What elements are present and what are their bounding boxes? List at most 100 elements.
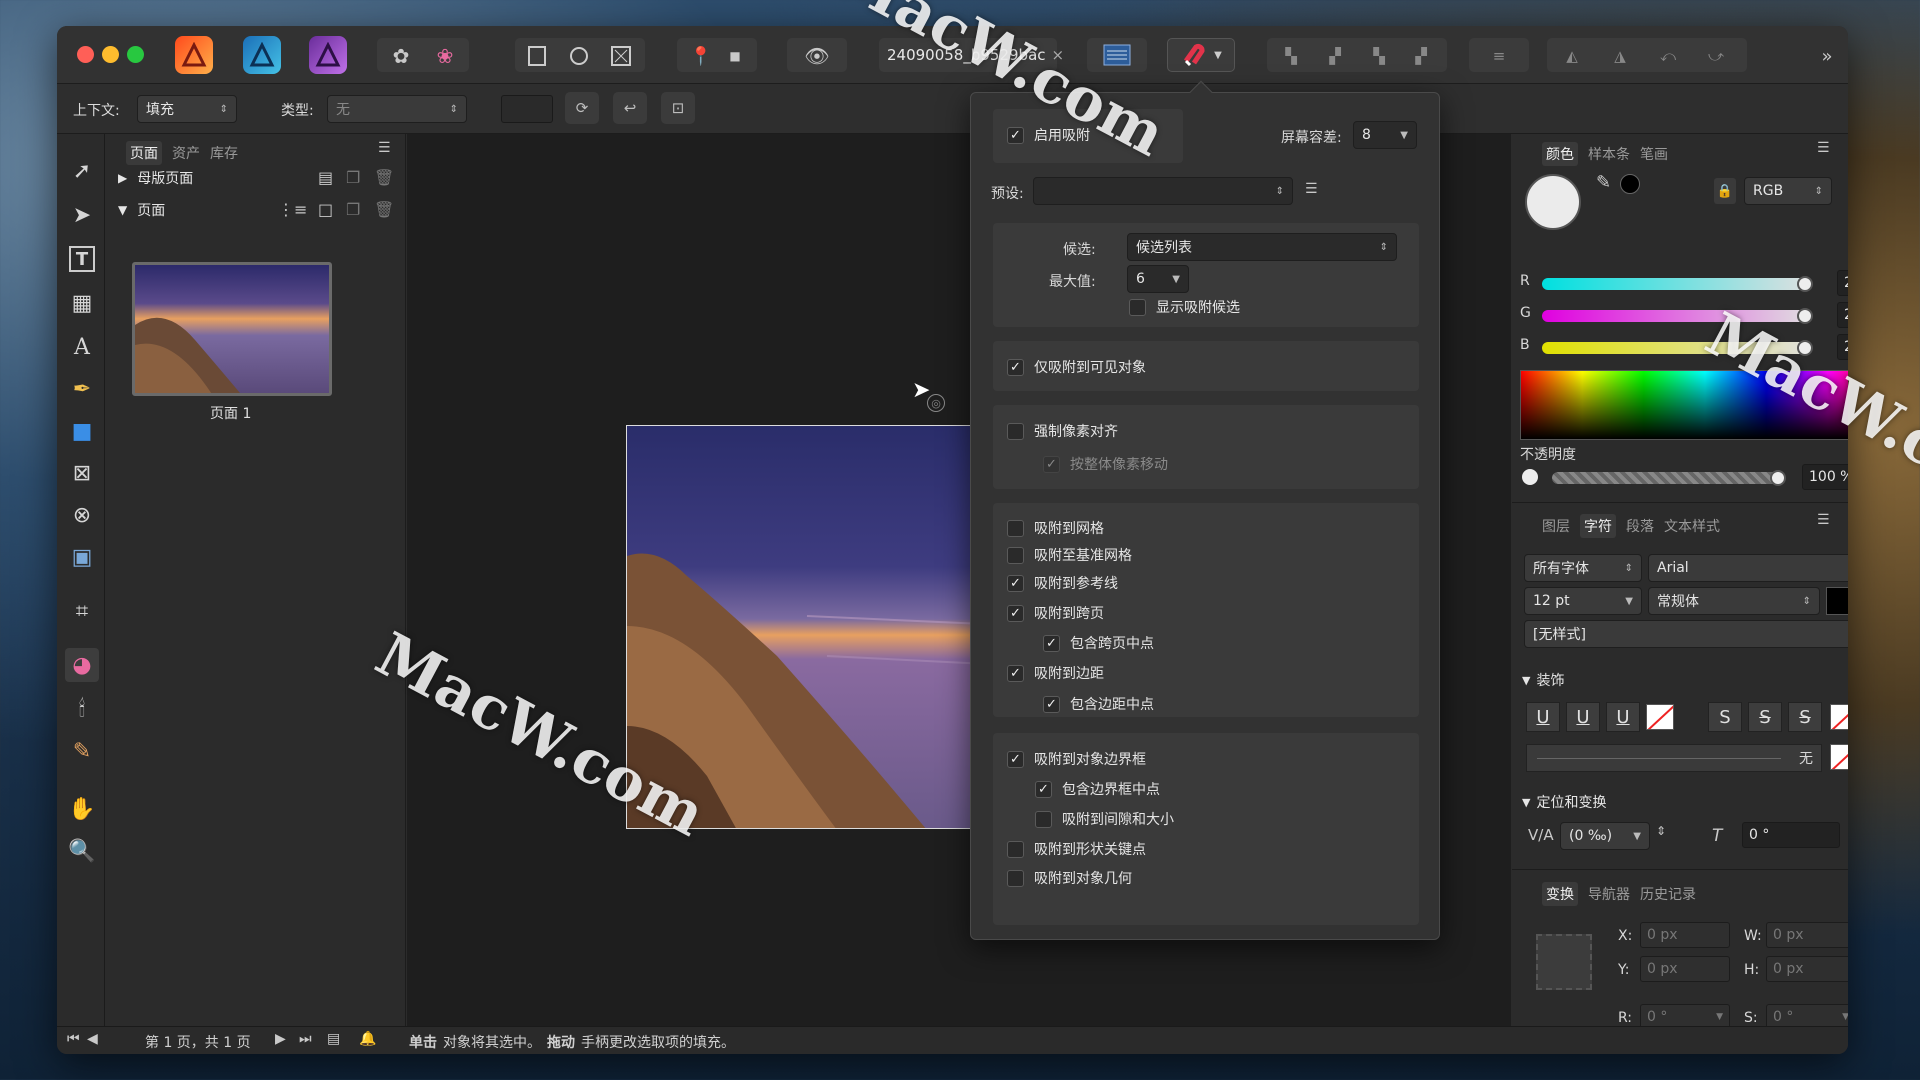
delete-master-icon[interactable]: 🗑	[374, 168, 394, 187]
preview-eye-icon[interactable]: 👁	[802, 42, 832, 70]
color-spectrum[interactable]	[1520, 370, 1848, 440]
move-backward-icon[interactable]: ▞	[1323, 44, 1347, 68]
g-value-field[interactable]: 235	[1837, 302, 1848, 328]
move-whole-pixels-row[interactable]: ✓ 按整体像素移动	[1043, 454, 1168, 474]
tab-color[interactable]: 颜色	[1542, 142, 1578, 166]
strikethrough-alt-button[interactable]: S	[1788, 702, 1822, 732]
duplicate-master-icon[interactable]: ❐	[346, 168, 360, 187]
decoration-color-swatch[interactable]	[1830, 744, 1848, 770]
stroke-color-well[interactable]	[1620, 174, 1640, 194]
skew-stepper-icon[interactable]: ⇕	[1846, 824, 1848, 838]
reverse-fill-icon[interactable]: ↩	[613, 92, 647, 124]
transparency-tool-icon[interactable]: 🕯	[65, 692, 99, 726]
picture-frame-icon[interactable]	[607, 42, 635, 70]
underline-accounting-button[interactable]: U	[1606, 702, 1640, 732]
snap-baseline-row[interactable]: 吸附至基准网格	[1007, 545, 1132, 565]
font-collection-select[interactable]: 所有字体 ⇕	[1524, 554, 1642, 582]
snap-baseline-checkbox[interactable]	[1007, 546, 1024, 564]
delete-page-icon[interactable]: 🗑	[374, 200, 394, 219]
rotate-right-icon[interactable]: ⤻	[1701, 44, 1731, 68]
spread-midpoints-checkbox[interactable]: ✓	[1043, 634, 1060, 652]
snap-guides-checkbox[interactable]: ✓	[1007, 574, 1024, 592]
skew-field[interactable]: 0 °	[1742, 822, 1840, 848]
shape-keypoints-checkbox[interactable]	[1007, 840, 1024, 858]
double-underline-button[interactable]: U	[1566, 702, 1600, 732]
first-page-icon[interactable]: ⏮	[67, 1031, 80, 1047]
g-slider-knob[interactable]	[1797, 308, 1813, 324]
close-window-button[interactable]	[77, 46, 94, 63]
snap-grid-checkbox[interactable]	[1007, 519, 1024, 537]
master-page-icon[interactable]: ▤	[318, 168, 333, 187]
publisher-persona-icon[interactable]	[175, 36, 213, 74]
type-select[interactable]: 无 ⇕	[327, 95, 467, 123]
margin-midpoints-checkbox[interactable]: ✓	[1043, 695, 1060, 713]
force-pixel-row[interactable]: 强制像素对齐	[1007, 421, 1118, 441]
strikethrough-color-swatch[interactable]	[1830, 704, 1848, 730]
text-color-swatch[interactable]	[1826, 587, 1848, 615]
fill-color-well[interactable]	[1525, 174, 1581, 230]
photo-on-page[interactable]	[626, 425, 1026, 829]
preset-select[interactable]: ⇕	[1033, 177, 1293, 205]
crop-tool-icon[interactable]: ⌗	[65, 594, 99, 628]
zoom-window-button[interactable]	[127, 46, 144, 63]
h-field[interactable]: 0 px	[1766, 956, 1848, 982]
align-icon[interactable]: ≡	[1485, 44, 1513, 68]
last-page-icon[interactable]: ⏭	[299, 1031, 312, 1047]
snap-spread-row[interactable]: ✓ 吸附到跨页	[1007, 603, 1104, 623]
table-tool-icon[interactable]: ▦	[65, 286, 99, 320]
gaps-sizes-checkbox[interactable]	[1035, 810, 1052, 828]
shape-keypoints-row[interactable]: 吸附到形状关键点	[1007, 839, 1146, 859]
move-whole-pixels-checkbox[interactable]: ✓	[1043, 455, 1060, 473]
add-page-icon[interactable]: □	[318, 200, 333, 219]
move-tool-icon[interactable]: ➚	[65, 154, 99, 188]
frame-tool-icon[interactable]: ⊠	[65, 456, 99, 490]
decoration-line-field[interactable]: 无	[1526, 744, 1822, 772]
tracking-select[interactable]: (0 ‰) ▼	[1560, 822, 1650, 850]
y-field[interactable]: 0 px	[1640, 956, 1730, 982]
square-icon[interactable]: ■	[725, 42, 745, 70]
underline-color-swatch[interactable]	[1646, 704, 1674, 730]
flower-icon[interactable]: ✿	[387, 42, 415, 70]
move-forward-icon[interactable]: ▚	[1367, 44, 1391, 68]
collapse-arrow-icon[interactable]: ▼	[118, 203, 127, 217]
panel-menu-icon[interactable]: ☰	[378, 140, 391, 156]
page-view-icon[interactable]: ▤	[327, 1031, 340, 1047]
double-strikethrough-button[interactable]: S	[1748, 702, 1782, 732]
b-slider-knob[interactable]	[1797, 340, 1813, 356]
bbox-midpoints-row[interactable]: ✓ 包含边界框中点	[1035, 779, 1160, 799]
visible-only-checkbox[interactable]: ✓	[1007, 358, 1024, 376]
tracking-stepper-icon[interactable]: ⇕	[1656, 824, 1666, 838]
snap-margins-checkbox[interactable]: ✓	[1007, 664, 1024, 682]
lock-icon[interactable]: 🔒	[1714, 178, 1736, 204]
flip-horizontal-icon[interactable]: ◭	[1557, 44, 1587, 68]
tab-text-styles[interactable]: 文本样式	[1664, 516, 1720, 536]
prev-page-icon[interactable]: ◀	[87, 1031, 98, 1047]
tab-pages[interactable]: 页面	[126, 141, 162, 165]
dropdown-arrow-icon[interactable]: ▼	[1842, 1012, 1848, 1022]
b-value-field[interactable]: 235	[1837, 334, 1848, 360]
rotate-left-icon[interactable]: ⤺	[1653, 44, 1683, 68]
next-page-icon[interactable]: ▶	[275, 1031, 286, 1047]
context-select[interactable]: 填充 ⇕	[137, 95, 237, 123]
candidates-select[interactable]: 候选列表 ⇕	[1127, 233, 1397, 261]
tolerance-select[interactable]: 8 ▼	[1353, 121, 1417, 149]
page-options-icon[interactable]: ⋮≡	[278, 200, 307, 219]
artistic-text-tool-icon[interactable]: A	[65, 330, 99, 364]
color-flower-icon[interactable]: ❀	[431, 42, 459, 70]
document-tab[interactable]: 24090058_b9529bac ×	[879, 38, 1064, 72]
tab-paragraph[interactable]: 段落	[1626, 516, 1654, 536]
zoom-tool-icon[interactable]: 🔍	[65, 834, 99, 868]
gaps-sizes-row[interactable]: 吸附到间隙和大小	[1035, 809, 1174, 829]
preset-menu-icon[interactable]: ☰	[1305, 181, 1318, 197]
eyedropper-icon[interactable]: ✎	[1596, 172, 1611, 193]
dropdown-arrow-icon[interactable]: ▼	[1716, 1012, 1723, 1022]
object-geometry-checkbox[interactable]	[1007, 869, 1024, 887]
font-size-select[interactable]: 12 pt ▼	[1524, 587, 1642, 615]
snap-bbox-row[interactable]: ✓ 吸附到对象边界框	[1007, 749, 1146, 769]
master-pages-row[interactable]: ▶ 母版页面	[118, 168, 193, 188]
page-1-thumbnail[interactable]	[132, 262, 332, 396]
minimize-window-button[interactable]	[102, 46, 119, 63]
tab-navigator[interactable]: 导航器	[1588, 884, 1630, 904]
tab-stock[interactable]: 库存	[210, 143, 238, 163]
notification-icon[interactable]: 🔔	[359, 1031, 376, 1047]
